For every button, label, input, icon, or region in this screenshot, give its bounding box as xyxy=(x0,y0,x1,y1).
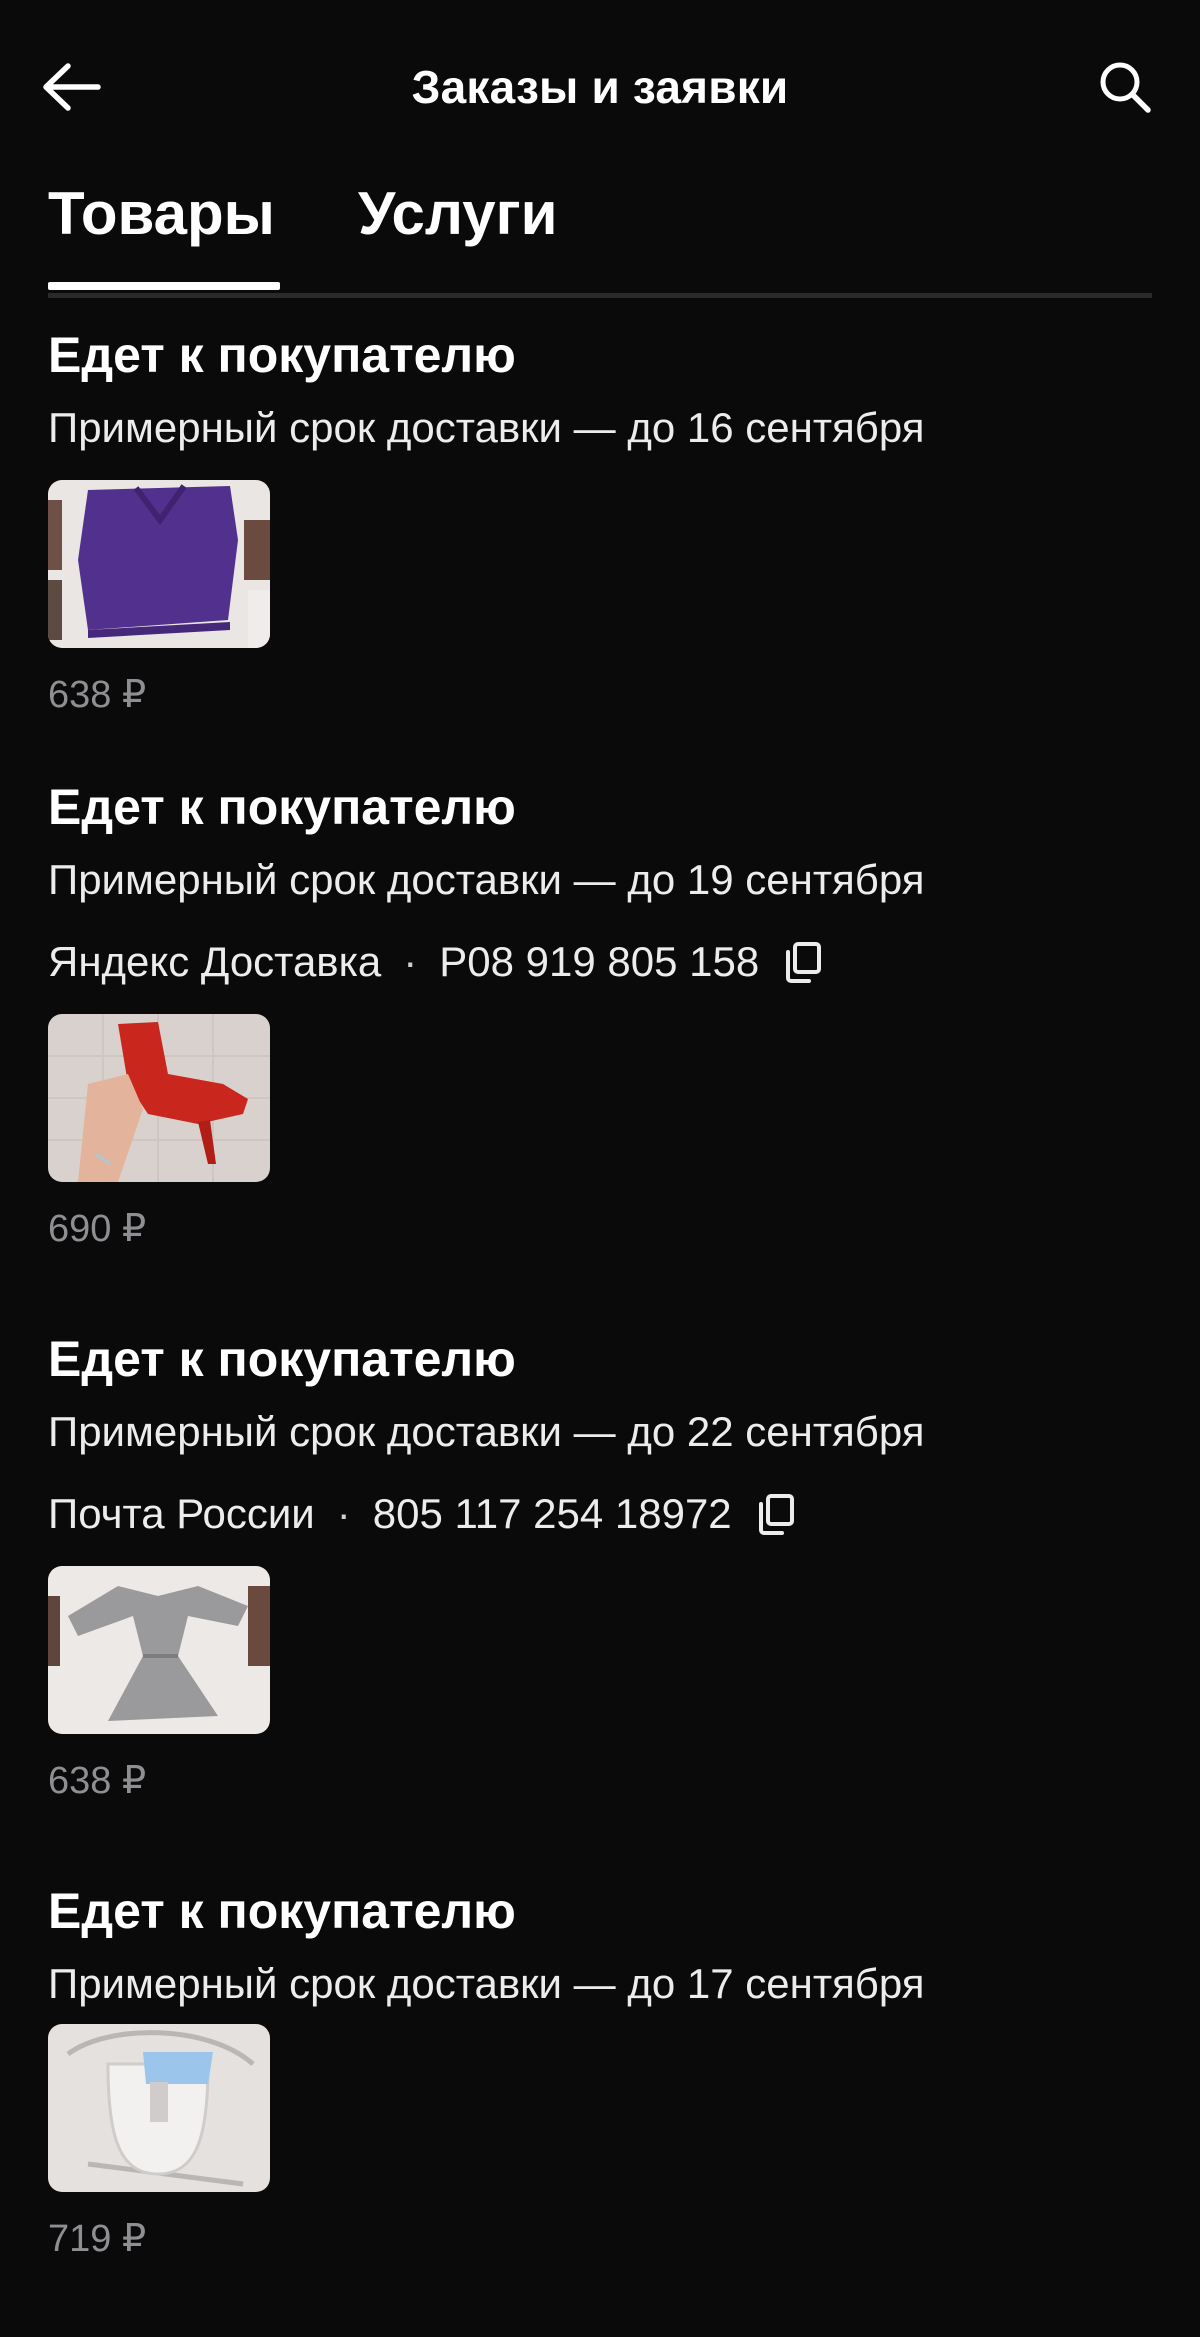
tab-bar: Товары Услуги xyxy=(48,170,1152,298)
delivery-eta: Примерный срок доставки — до 19 сентября xyxy=(48,856,925,903)
separator-dot: · xyxy=(403,938,418,985)
handbag-image xyxy=(48,2024,270,2192)
tracking-number: Р08 919 805 158 xyxy=(439,938,760,985)
carrier-name: Почта России xyxy=(48,1490,315,1537)
copy-icon xyxy=(758,1494,794,1535)
tracking-number: 805 117 254 18972 xyxy=(372,1490,732,1537)
search-button[interactable] xyxy=(1090,52,1160,122)
order-price: 719 ₽ xyxy=(48,2218,147,2260)
top-bar: Заказы и заявки xyxy=(0,0,1200,176)
page-title: Заказы и заявки xyxy=(411,61,789,113)
order-status: Едет к покупателю xyxy=(48,1883,516,1939)
order-status: Едет к покупателю xyxy=(48,779,516,835)
product-image[interactable] xyxy=(48,1566,270,1734)
order-card[interactable]: Едет к покупателю Примерный срок доставк… xyxy=(48,1876,1152,2264)
order-status: Едет к покупателю xyxy=(48,1331,516,1387)
product-image[interactable] xyxy=(48,1014,270,1182)
order-card[interactable]: Едет к покупателю Примерный срок доставк… xyxy=(48,1324,1152,1806)
product-image[interactable] xyxy=(48,2024,270,2192)
delivery-eta: Примерный срок доставки — до 16 сентября xyxy=(48,404,925,451)
red-boot-image xyxy=(48,1014,270,1182)
order-price: 638 ₽ xyxy=(48,1760,147,1802)
tab-goods[interactable]: Товары xyxy=(48,174,280,294)
order-status: Едет к покупателю xyxy=(48,327,516,383)
copy-icon xyxy=(786,942,822,983)
carrier-name: Яндекс Доставка xyxy=(48,938,382,985)
product-image[interactable] xyxy=(48,480,270,648)
order-card[interactable]: Едет к покупателю Примерный срок доставк… xyxy=(48,320,1152,720)
grey-dress-image xyxy=(48,1566,270,1734)
copy-button[interactable] xyxy=(783,940,823,984)
tab-services-label: Услуги xyxy=(358,180,558,247)
search-icon xyxy=(1100,62,1151,113)
delivery-eta: Примерный срок доставки — до 17 сентября xyxy=(48,1960,925,2007)
separator-dot: · xyxy=(336,1490,351,1537)
copy-button[interactable] xyxy=(756,1492,796,1536)
tab-services[interactable]: Услуги xyxy=(358,174,557,294)
tracking-row: Почта России · 805 117 254 18972 xyxy=(48,1484,1152,1544)
active-tab-indicator xyxy=(48,282,280,290)
order-price: 638 ₽ xyxy=(48,674,147,716)
purple-sweater-image xyxy=(48,480,270,648)
tracking-row: Яндекс Доставка · Р08 919 805 158 xyxy=(48,932,1152,992)
tab-goods-label: Товары xyxy=(48,180,275,247)
order-price: 690 ₽ xyxy=(48,1208,147,1250)
order-card[interactable]: Едет к покупателю Примерный срок доставк… xyxy=(48,772,1152,1254)
delivery-eta: Примерный срок доставки — до 22 сентября xyxy=(48,1408,925,1455)
